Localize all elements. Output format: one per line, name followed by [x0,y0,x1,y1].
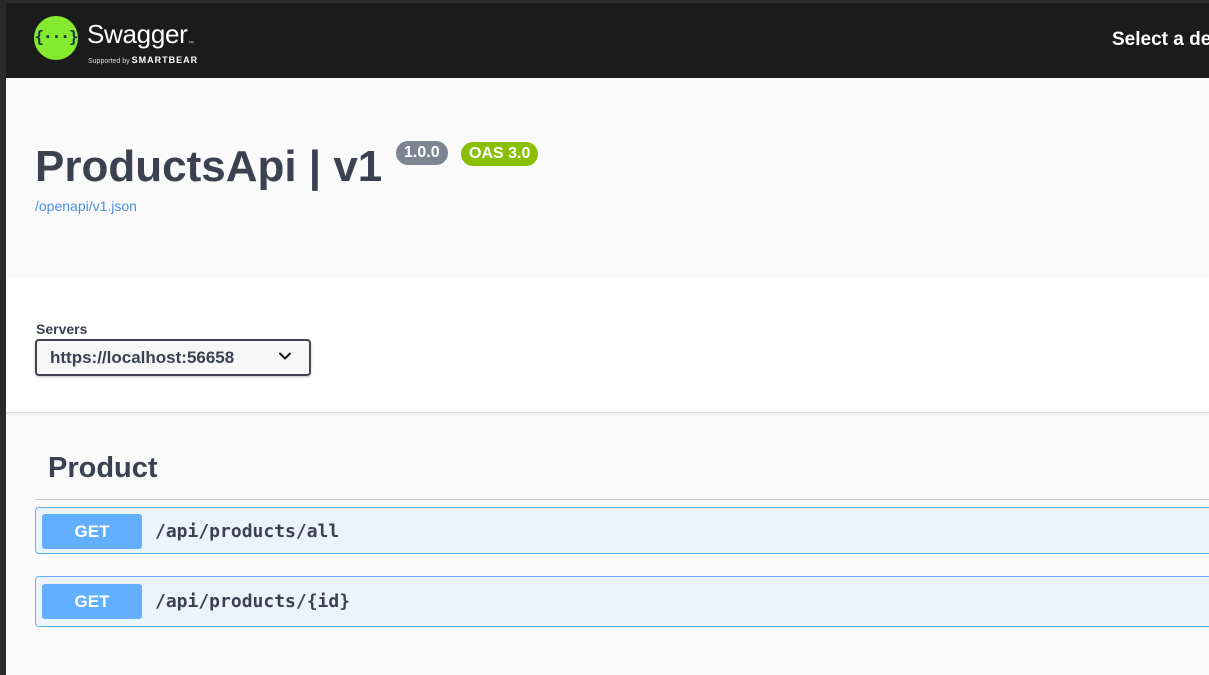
spec-url-link[interactable]: /openapi/v1.json [35,198,137,214]
swagger-logo-icon[interactable]: {···} [34,16,79,60]
api-info: ProductsApi | v1 1.0.0 OAS 3.0 /openapi/… [6,78,1209,278]
operation-path: /api/products/{id} [155,591,351,612]
brand-supported-by: Supported by SMARTBEAR [88,55,198,65]
supported-by-text: Supported by [88,58,130,65]
oas-badge: OAS 3.0 [461,142,539,166]
smartbear-text: SMARTBEAR [131,55,199,65]
brand-trademark: ™ [188,41,194,47]
servers-section: Servers https://localhost:56658 [6,278,1209,413]
operation-get-products-all[interactable]: GET /api/products/all [35,507,1209,554]
method-badge: GET [42,514,142,549]
server-select-value: https://localhost:56658 [50,348,235,367]
braces-icon: {···} [34,27,78,46]
operation-path: /api/products/all [155,521,340,542]
topbar: {···} Swagger ™ Supported by SMARTBEAR Se… [6,3,1209,78]
servers-label: Servers [36,321,88,337]
brand-name: Swagger [87,19,188,49]
version-badge: 1.0.0 [396,141,448,165]
operation-get-product-by-id[interactable]: GET /api/products/{id} [35,576,1209,627]
method-badge: GET [42,584,142,619]
tag-product-heading[interactable]: Product [48,452,158,485]
tag-divider [35,499,1209,500]
api-title: ProductsApi | v1 [35,142,383,191]
chevron-down-icon [279,352,291,360]
swagger-ui-page: {···} Swagger ™ Supported by SMARTBEAR Se… [6,3,1209,675]
server-select[interactable]: https://localhost:56658 [35,339,311,376]
select-definition-label: Select a de [1112,29,1209,50]
